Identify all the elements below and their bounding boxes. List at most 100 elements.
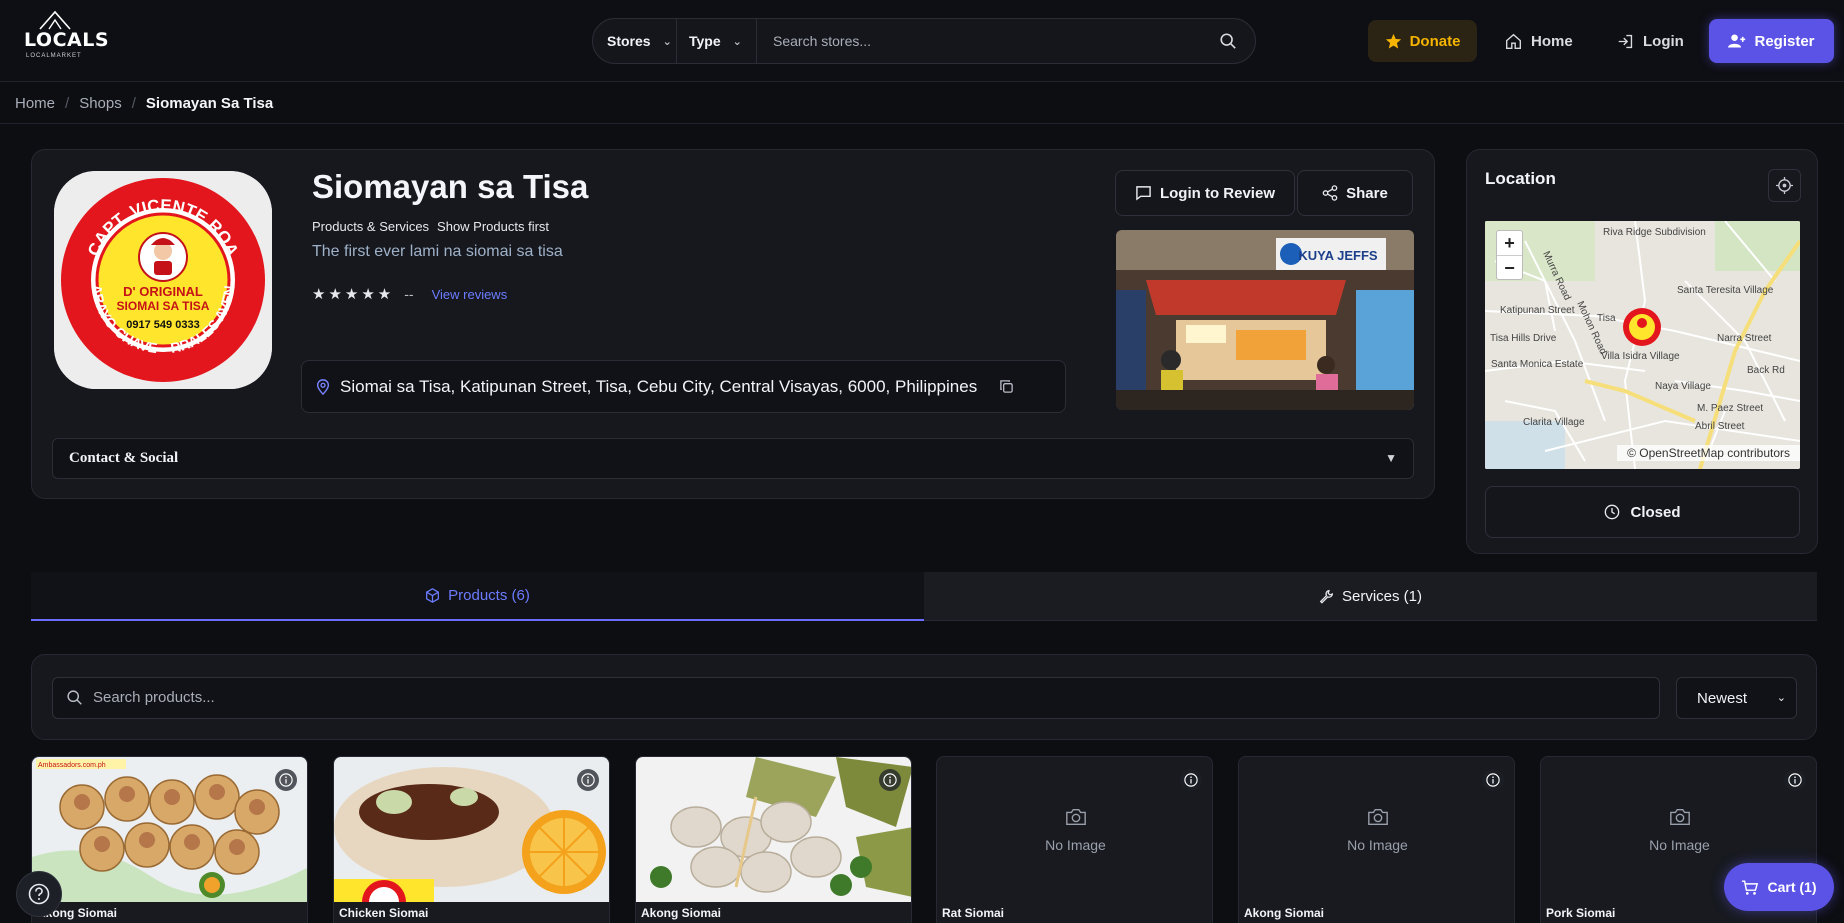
share-icon: [1322, 185, 1338, 201]
question-icon: [28, 883, 50, 905]
chevron-down-icon: ⌄: [732, 35, 742, 48]
nav-home-link[interactable]: Home: [1505, 20, 1573, 62]
product-card[interactable]: No Image Akong Siomai: [1238, 756, 1515, 923]
type-dropdown[interactable]: Type ⌄: [677, 19, 757, 63]
tab-products-label: Products (6): [448, 587, 530, 604]
info-icon[interactable]: [1784, 769, 1806, 791]
product-image[interactable]: [334, 757, 609, 923]
chevron-down-icon: ⌄: [662, 35, 672, 48]
map-label: Santa Monica Estate: [1491, 359, 1584, 370]
map-zoom-controls: + −: [1496, 230, 1523, 280]
user-plus-icon: [1728, 34, 1746, 48]
type-dropdown-label: Type: [689, 33, 721, 49]
store-search-input[interactable]: [773, 30, 1193, 52]
info-icon[interactable]: [1482, 769, 1504, 791]
map-pin-icon: [316, 378, 330, 395]
product-card[interactable]: Ambassadors.com.ph Akong Siomai: [31, 756, 308, 923]
map-label: Narra Street: [1717, 333, 1772, 344]
store-status-button[interactable]: Closed: [1485, 486, 1800, 538]
share-label: Share: [1346, 184, 1388, 202]
product-name: Rat Siomai: [942, 906, 1005, 920]
box-icon: [426, 588, 440, 603]
map-label: Abril Street: [1695, 421, 1745, 432]
search-icon[interactable]: [1219, 32, 1237, 50]
nav-login-link[interactable]: Login: [1617, 20, 1684, 62]
contact-social-accordion[interactable]: Contact & Social ▼: [52, 438, 1414, 479]
store-description: The first ever lami na siomai sa tisa: [312, 243, 563, 260]
product-name: Pork Siomai: [1546, 906, 1616, 920]
view-reviews-link[interactable]: View reviews: [432, 287, 508, 302]
map-label: Clarita Village: [1523, 417, 1585, 428]
rating-value: --: [404, 286, 414, 302]
map-label: Tisa Hills Drive: [1490, 333, 1557, 344]
locate-button[interactable]: [1768, 169, 1801, 202]
wrench-icon: [1319, 589, 1333, 604]
store-tabs: Products (6) Services (1): [31, 572, 1817, 621]
logo-tagline: LOCALMARKET: [26, 53, 82, 59]
cart-label: Cart (1): [1767, 879, 1817, 895]
location-map[interactable]: Riva Ridge Subdivision Santa Teresita Vi…: [1485, 221, 1800, 469]
store-rating: ★★★★★ -- View reviews: [312, 285, 507, 303]
logo-text: LOCALS: [24, 29, 110, 51]
product-card[interactable]: Chicken Siomai: [333, 756, 610, 923]
zoom-in-button[interactable]: +: [1497, 231, 1522, 256]
info-icon[interactable]: [577, 769, 599, 791]
login-icon: [1618, 34, 1633, 48]
stores-dropdown[interactable]: Stores ⌄: [595, 19, 677, 63]
info-icon[interactable]: [879, 769, 901, 791]
cart-button[interactable]: Cart (1): [1724, 863, 1834, 911]
product-sort-value: Newest: [1697, 689, 1748, 707]
tab-services[interactable]: Services (1): [924, 572, 1817, 621]
product-sort-select[interactable]: Newest ⌄: [1676, 677, 1797, 719]
product-image-placeholder[interactable]: No Image: [1239, 757, 1514, 902]
help-button[interactable]: [16, 871, 62, 917]
stores-dropdown-label: Stores: [607, 33, 651, 49]
product-card[interactable]: Akong Siomai: [635, 756, 912, 923]
product-name: Akong Siomai: [641, 906, 722, 920]
top-navbar: LOCALS LOCALMARKET Stores ⌄ Type ⌄ Donat…: [0, 0, 1844, 82]
product-name: Akong Siomai: [1244, 906, 1325, 920]
breadcrumb: Home / Shops / Siomayan Sa Tisa: [0, 83, 1844, 124]
breadcrumb-home[interactable]: Home: [15, 95, 55, 112]
store-status-label: Closed: [1630, 503, 1681, 521]
logo-phone: 0917 549 0333: [126, 319, 199, 331]
crosshair-icon: [1776, 177, 1793, 194]
camera-icon: [1367, 808, 1388, 825]
store-address: Siomai sa Tisa, Katipunan Street, Tisa, …: [301, 360, 1066, 413]
store-category: Products & Services: [312, 219, 430, 234]
address-text: Siomai sa Tisa, Katipunan Street, Tisa, …: [340, 376, 978, 396]
store-search-bar: Stores ⌄ Type ⌄: [592, 18, 1256, 64]
store-logo: CAPT. VICENTE ROA PABAYO-CHAVEZ CORRALES…: [54, 171, 272, 389]
info-icon[interactable]: [1180, 769, 1202, 791]
image-watermark: Ambassadors.com.ph: [38, 762, 106, 769]
tent-icon: [39, 10, 71, 30]
product-image[interactable]: Ambassadors.com.ph: [32, 757, 307, 902]
product-search-input[interactable]: [93, 689, 1593, 706]
breadcrumb-shops[interactable]: Shops: [79, 95, 122, 112]
store-photo[interactable]: KUYA JEFFS: [1116, 230, 1414, 410]
nav-home-label: Home: [1531, 32, 1573, 50]
product-image-placeholder[interactable]: No Image: [937, 757, 1212, 902]
map-attribution[interactable]: © OpenStreetMap contributors: [1617, 445, 1800, 461]
logo-brand-line2: SIOMAI SA TISA: [117, 299, 210, 313]
login-to-review-button[interactable]: Login to Review: [1115, 170, 1295, 216]
home-icon: [1506, 33, 1521, 49]
info-icon[interactable]: [275, 769, 297, 791]
product-card[interactable]: No Image Rat Siomai: [936, 756, 1213, 923]
breadcrumb-separator: /: [65, 94, 70, 112]
share-button[interactable]: Share: [1297, 170, 1413, 216]
store-info-card: CAPT. VICENTE ROA PABAYO-CHAVEZ CORRALES…: [31, 149, 1435, 499]
tab-products[interactable]: Products (6): [31, 572, 924, 621]
donate-button[interactable]: Donate: [1368, 20, 1477, 62]
register-button[interactable]: Register: [1709, 19, 1834, 63]
product-search-field: [52, 677, 1660, 719]
product-image[interactable]: [636, 757, 911, 902]
cart-icon: [1742, 879, 1759, 895]
site-logo[interactable]: LOCALS LOCALMARKET: [22, 10, 109, 72]
product-filter-card: Newest ⌄: [31, 654, 1817, 740]
contact-social-label: Contact & Social: [69, 450, 179, 466]
zoom-out-button[interactable]: −: [1497, 256, 1522, 281]
copy-icon[interactable]: [999, 379, 1014, 394]
caret-down-icon: ▼: [1385, 451, 1397, 465]
photo-sign-text: KUYA JEFFS: [1298, 248, 1378, 263]
